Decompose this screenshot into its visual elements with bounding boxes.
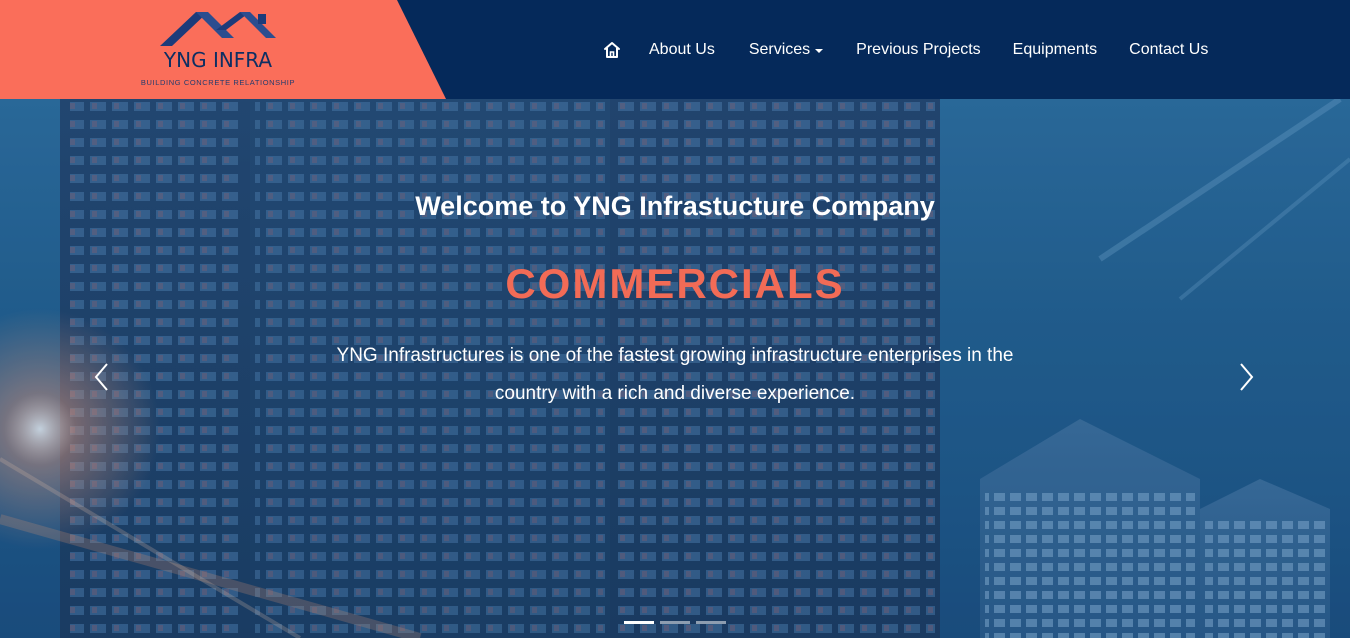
carousel-indicator-1[interactable] [624,621,654,624]
chevron-right-icon [1240,363,1254,391]
nav-contact-us[interactable]: Contact Us [1129,41,1208,59]
nav-previous-projects[interactable]: Previous Projects [856,41,981,59]
nav-home[interactable] [598,36,626,64]
carousel-indicator-3[interactable] [696,621,726,624]
hero-description: YNG Infrastructures is one of the fastes… [336,345,1014,404]
hero-welcome-text: Welcome to YNG Infrastucture Company [415,191,935,221]
main-nav: About Us Services Previous Projects Equi… [598,0,1208,99]
roof-logo-icon [160,12,276,46]
hero-title: COMMERCIALS [505,260,845,307]
caret-down-icon [815,48,824,53]
carousel-indicator-2[interactable] [660,621,690,624]
chevron-left-icon [94,363,108,391]
nav-services-label: Services [748,40,811,58]
site-header: YNG INFRA BUILDING CONCRETE RELATIONSHIP… [0,0,1350,99]
carousel-next-button[interactable] [1232,357,1262,397]
nav-about-us[interactable]: About Us [649,41,715,59]
brand-logo[interactable]: YNG INFRA BUILDING CONCRETE RELATIONSHIP [128,8,308,90]
hero-carousel: Welcome to YNG Infrastucture Company COM… [0,99,1350,638]
nav-equipments[interactable]: Equipments [1013,41,1098,59]
carousel-prev-button[interactable] [86,357,116,397]
home-icon [604,41,620,58]
brand-tagline: BUILDING CONCRETE RELATIONSHIP [140,78,296,87]
brand-name: YNG INFRA [163,48,273,72]
carousel-indicators [624,621,732,624]
nav-services[interactable]: Services [748,40,824,59]
